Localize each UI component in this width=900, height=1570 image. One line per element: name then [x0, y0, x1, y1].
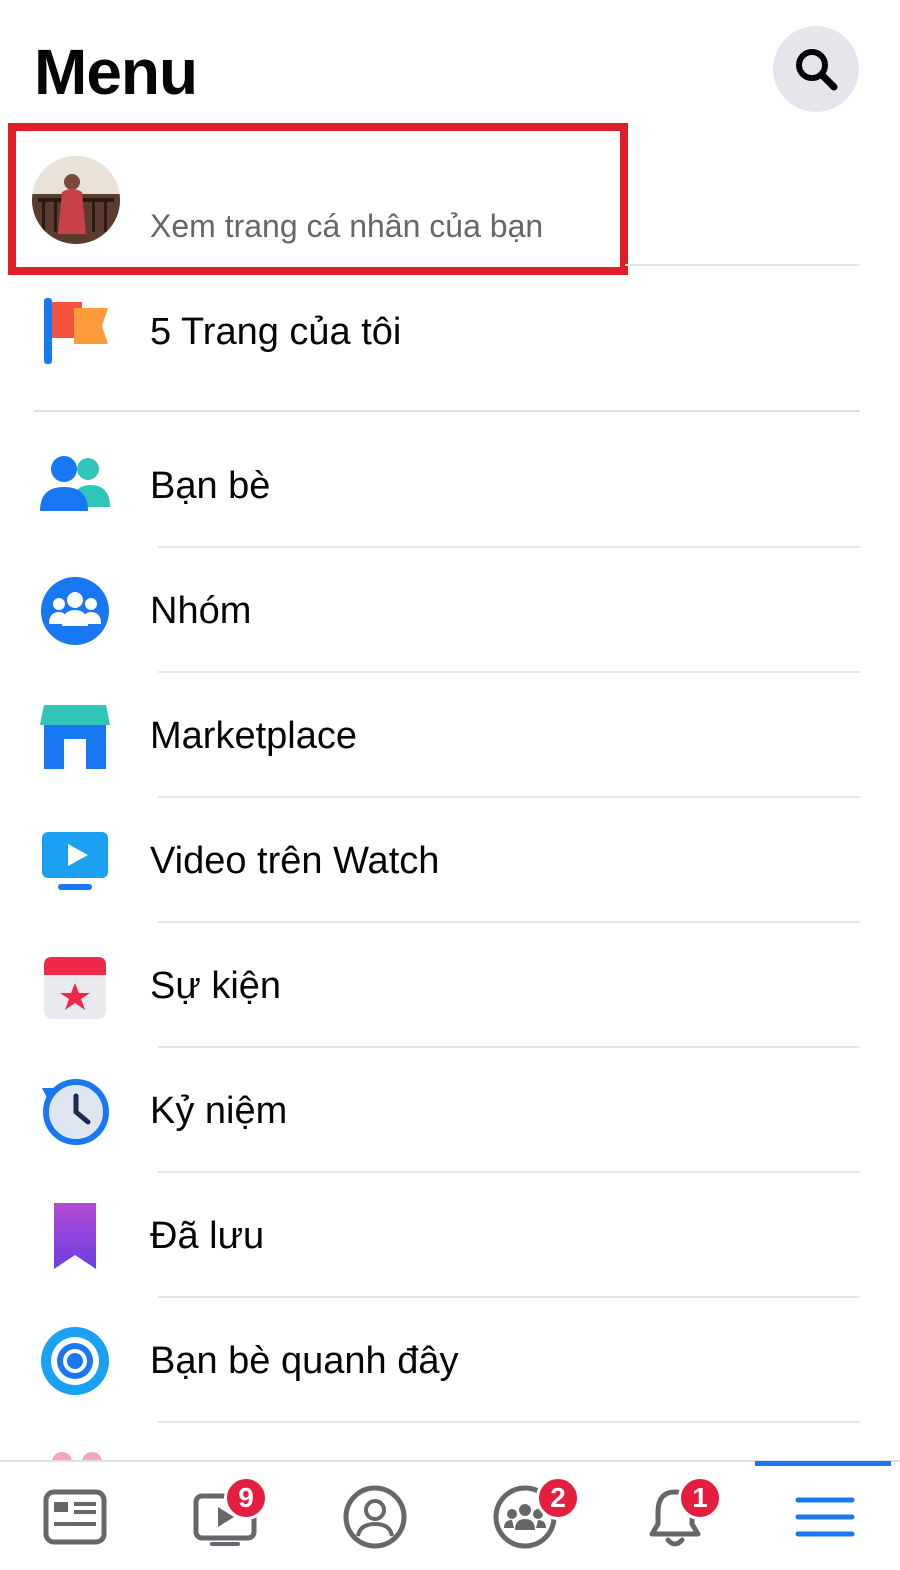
- menu-item-marketplace[interactable]: Marketplace: [0, 673, 900, 798]
- divider: [625, 264, 860, 266]
- menu-item-nearby-friends[interactable]: Bạn bè quanh đây: [0, 1298, 900, 1423]
- menu-item-watch[interactable]: Video trên Watch: [0, 798, 900, 923]
- menu-item-memories[interactable]: Kỷ niệm: [0, 1048, 900, 1173]
- hamburger-menu-icon: [795, 1497, 855, 1537]
- profile-photo: [32, 156, 120, 244]
- divider: [34, 410, 860, 412]
- menu-item-label: Video trên Watch: [150, 840, 440, 882]
- groups-badge: 2: [536, 1476, 580, 1520]
- tab-news-feed[interactable]: [0, 1462, 150, 1570]
- avatar[interactable]: [32, 156, 120, 244]
- search-icon: [796, 49, 838, 91]
- menu-item-events[interactable]: Sự kiện: [0, 923, 900, 1048]
- menu-item-label: Nhóm: [150, 590, 252, 632]
- bottom-tab-bar: 9 2 1: [0, 1460, 900, 1570]
- profile-icon: [343, 1485, 407, 1549]
- my-pages-label: 5 Trang của tôi: [150, 311, 402, 353]
- active-tab-indicator: [755, 1461, 891, 1466]
- notifications-badge: 1: [678, 1476, 722, 1520]
- tab-notifications[interactable]: 1: [600, 1462, 750, 1570]
- friends-icon: [40, 456, 110, 511]
- my-pages-item[interactable]: [0, 280, 900, 390]
- tab-profile[interactable]: [300, 1462, 450, 1570]
- menu-item-label: Bạn bè quanh đây: [150, 1340, 459, 1382]
- nearby-friends-icon: [41, 1327, 109, 1395]
- events-calendar-icon: [44, 957, 106, 1019]
- flag-icon: [44, 298, 108, 364]
- watch-badge: 9: [224, 1476, 268, 1520]
- menu-item-label: Kỷ niệm: [150, 1090, 288, 1132]
- profile-shortcut[interactable]: [0, 120, 900, 270]
- tab-watch[interactable]: 9: [150, 1462, 300, 1570]
- menu-item-groups[interactable]: Nhóm: [0, 548, 900, 673]
- marketplace-icon: [40, 705, 110, 769]
- groups-icon: [41, 577, 109, 645]
- divider: [158, 1421, 860, 1423]
- news-feed-icon: [43, 1489, 107, 1545]
- menu-item-saved[interactable]: Đã lưu: [0, 1173, 900, 1298]
- menu-item-label: Đã lưu: [150, 1215, 265, 1257]
- menu-item-friends[interactable]: Bạn bè: [0, 423, 900, 548]
- saved-bookmark-icon: [54, 1203, 96, 1269]
- tab-groups[interactable]: 2: [450, 1462, 600, 1570]
- menu-item-label: Marketplace: [150, 715, 357, 757]
- profile-subtitle: Xem trang cá nhân của bạn: [150, 208, 544, 244]
- menu-item-label: Bạn bè: [150, 465, 271, 507]
- memories-clock-icon: [42, 1079, 109, 1145]
- menu-header: Menu: [0, 0, 900, 120]
- menu-item-label: Sự kiện: [150, 965, 282, 1007]
- watch-video-icon: [42, 832, 108, 890]
- search-button[interactable]: [773, 26, 859, 112]
- tab-menu[interactable]: [750, 1462, 900, 1570]
- page-title: Menu: [34, 36, 198, 108]
